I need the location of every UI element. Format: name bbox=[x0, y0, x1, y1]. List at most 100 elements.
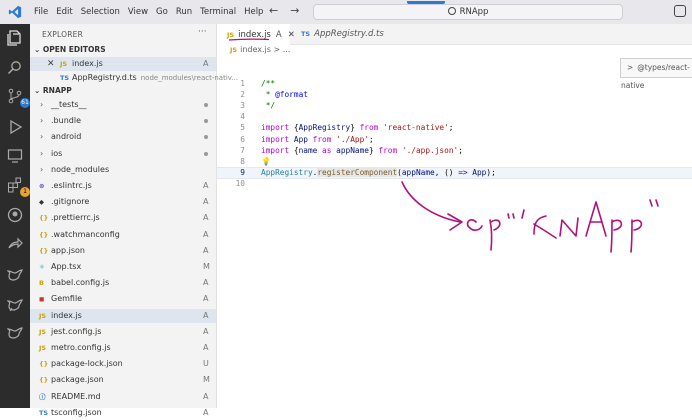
breadcrumb-separator: > bbox=[273, 45, 281, 54]
line-number: 6 bbox=[240, 134, 245, 144]
folder-item[interactable]: › node_modules bbox=[30, 163, 216, 177]
extensions-icon[interactable]: 1 bbox=[7, 177, 30, 197]
file-item[interactable]: JS index.js A bbox=[30, 308, 216, 323]
menu-help[interactable]: Help bbox=[240, 0, 267, 24]
file-name: package-lock.json bbox=[51, 359, 123, 369]
copilot-icon[interactable] bbox=[674, 5, 686, 17]
file-item[interactable]: {} package.json M bbox=[30, 373, 216, 387]
command-center-search[interactable]: RNApp bbox=[313, 1, 623, 20]
folder-item[interactable]: › .bundle bbox=[30, 114, 216, 128]
line-number: 7 bbox=[240, 145, 245, 155]
arrow-left-icon[interactable]: ← bbox=[269, 4, 278, 17]
file-item[interactable]: ◼ Gemfile A bbox=[30, 292, 216, 306]
hover-widget[interactable]: > @types/react-native bbox=[620, 58, 692, 90]
file-type-icon: {} bbox=[39, 214, 49, 223]
file-type-icon: JS bbox=[39, 344, 47, 352]
menu-run[interactable]: Run bbox=[172, 0, 196, 24]
more-actions-icon[interactable]: ··· bbox=[198, 27, 207, 37]
folder-item[interactable]: › android bbox=[30, 130, 216, 144]
explorer-icon[interactable] bbox=[7, 30, 23, 46]
file-item[interactable]: JS jest.config.js A bbox=[30, 325, 216, 339]
file-item[interactable]: ⓘ README.md A bbox=[30, 390, 216, 404]
js-file-icon: JS bbox=[60, 60, 68, 68]
open-editor-item[interactable]: TS AppRegistry.d.ts node_modules\react-nat… bbox=[30, 71, 238, 85]
breadcrumb: JS index.js > ... bbox=[230, 45, 290, 54]
open-editor-name: index.js bbox=[72, 59, 103, 68]
file-name: .prettierrc.js bbox=[51, 213, 100, 223]
folder-item[interactable]: › ios bbox=[30, 147, 216, 161]
menu-view[interactable]: View bbox=[124, 0, 152, 24]
code-line[interactable]: 8 💡 bbox=[217, 156, 692, 167]
file-name: metro.config.js bbox=[51, 343, 111, 352]
remote-explorer-icon[interactable] bbox=[7, 148, 23, 164]
source-control-icon[interactable]: 61 bbox=[7, 88, 30, 108]
run-debug-icon[interactable] bbox=[7, 119, 23, 135]
menu-edit[interactable]: Edit bbox=[52, 0, 76, 24]
menu-terminal[interactable]: Terminal bbox=[196, 0, 240, 24]
source-control-badge: 61 bbox=[20, 98, 30, 108]
folder-name: android bbox=[51, 132, 82, 142]
file-item[interactable]: {} app.json A bbox=[30, 244, 216, 258]
project-section[interactable]: ⌄ RNAPP bbox=[34, 86, 72, 95]
search-icon[interactable] bbox=[7, 60, 23, 76]
modified-dot bbox=[204, 135, 208, 140]
file-item[interactable]: {} package-lock.json U bbox=[30, 357, 216, 371]
arrow-right-icon[interactable]: → bbox=[290, 4, 299, 17]
code-line[interactable]: 4 bbox=[217, 111, 692, 122]
code-line[interactable]: 1 /** bbox=[217, 78, 692, 89]
menu-go[interactable]: Go bbox=[152, 0, 172, 24]
handwritten-underline bbox=[228, 38, 270, 41]
file-item[interactable]: JS metro.config.js A bbox=[30, 341, 216, 355]
share-icon[interactable] bbox=[7, 236, 23, 252]
code-line[interactable]: 6 import App from './App'; bbox=[217, 134, 692, 145]
code-text: import App from './App'; bbox=[261, 134, 374, 144]
file-item[interactable]: ⚛ App.tsx M bbox=[30, 260, 216, 274]
bird-icon-2[interactable] bbox=[6, 296, 23, 312]
code-line[interactable]: 2 * @format bbox=[217, 89, 692, 100]
file-name: jest.config.js bbox=[51, 326, 102, 336]
file-name: .eslintrc.js bbox=[51, 181, 92, 190]
folder-name: ios bbox=[51, 148, 63, 158]
folder-name: node_modules bbox=[51, 164, 110, 174]
git-status: M bbox=[203, 262, 210, 271]
file-item[interactable]: {} .prettierrc.js A bbox=[30, 211, 216, 225]
code-line[interactable]: 3 */ bbox=[217, 100, 692, 111]
open-editor-item[interactable]: ✕ JS index.js A bbox=[30, 57, 216, 71]
chevron-right-icon: > bbox=[627, 63, 634, 72]
bird-icon-3[interactable] bbox=[6, 324, 23, 340]
file-type-icon: ⓘ bbox=[39, 392, 46, 401]
bird-icon-1[interactable] bbox=[6, 266, 23, 282]
code-text: /** bbox=[261, 79, 276, 88]
line-number: 10 bbox=[235, 178, 245, 188]
open-editors-section[interactable]: ⌄ OPEN EDITORS bbox=[34, 45, 106, 54]
vscode-logo-icon[interactable] bbox=[8, 5, 22, 19]
git-status: A bbox=[203, 391, 209, 401]
breadcrumb-symbol[interactable]: ... bbox=[283, 45, 291, 54]
tab-index-js[interactable]: JS index.js A ✕ bbox=[217, 24, 295, 45]
file-item[interactable]: ◆ .gitignore A bbox=[30, 195, 216, 209]
file-type-icon: JS bbox=[39, 327, 47, 336]
folder-item[interactable]: › __tests__ bbox=[30, 98, 216, 112]
git-status: A bbox=[203, 326, 209, 336]
lightbulb-icon[interactable]: 💡 bbox=[261, 156, 271, 167]
code-line[interactable]: 5 import {AppRegistry} from 'react-native… bbox=[217, 122, 692, 133]
modified-dot bbox=[204, 151, 208, 156]
file-item[interactable]: ⊛ .eslintrc.js A bbox=[30, 179, 216, 193]
line-number: 3 bbox=[240, 101, 245, 111]
explorer-sidebar: EXPLORER ··· ⌄ OPEN EDITORS ✕ JS index.js A… bbox=[30, 24, 238, 417]
tab-appregistry-d-ts[interactable]: TS AppRegistry.d.ts bbox=[291, 24, 384, 44]
github-icon[interactable] bbox=[7, 207, 23, 223]
code-line[interactable]: 7 import {name as appName} from './app.js… bbox=[217, 145, 692, 156]
menu-selection[interactable]: Selection bbox=[77, 0, 124, 24]
extensions-badge: 1 bbox=[20, 187, 30, 197]
close-icon[interactable]: ✕ bbox=[47, 57, 55, 71]
file-type-icon: {} bbox=[39, 376, 49, 385]
file-item[interactable]: Bbabel.config.js A bbox=[30, 276, 216, 290]
menu-file[interactable]: File bbox=[30, 0, 52, 24]
breadcrumb-file[interactable]: index.js bbox=[240, 45, 271, 54]
folder-name: __tests__ bbox=[51, 100, 87, 109]
git-status: A bbox=[203, 310, 209, 320]
chevron-down-icon: ⌄ bbox=[34, 86, 43, 95]
chevron-right-icon: › bbox=[40, 148, 44, 158]
file-item[interactable]: {} .watchmanconfig A bbox=[30, 228, 216, 242]
